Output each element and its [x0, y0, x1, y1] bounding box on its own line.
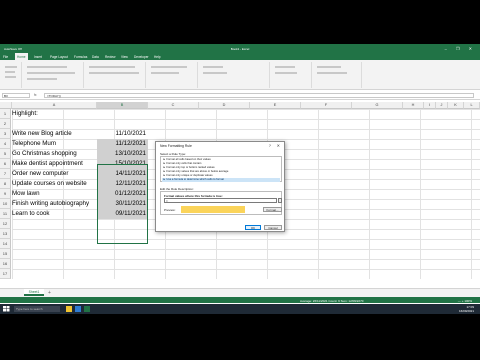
- add-sheet-icon[interactable]: +: [48, 290, 51, 296]
- status-summary: Average: 26/11/2021 Count: 9 Sum: 12/09/…: [300, 298, 364, 303]
- rule-type-option-selected[interactable]: ► Use a formula to determine which cells…: [162, 178, 280, 182]
- column-header-j[interactable]: J: [436, 102, 448, 109]
- row-header[interactable]: 14: [0, 239, 11, 249]
- row-header[interactable]: 12: [0, 219, 11, 229]
- column-header-g[interactable]: G: [352, 102, 403, 109]
- task-cell[interactable]: Finish writing autobiography: [12, 199, 97, 209]
- column-header-d[interactable]: D: [199, 102, 250, 109]
- task-cell[interactable]: Mow lawn: [12, 189, 97, 199]
- row-header[interactable]: 5: [0, 149, 11, 159]
- cancel-button[interactable]: Cancel: [264, 225, 282, 230]
- quick-access-toolbar[interactable]: AutoSave Off: [4, 47, 22, 51]
- tab-insert[interactable]: Insert: [34, 55, 42, 59]
- windows-taskbar: Type here to search 17:09 16/09/2021: [0, 304, 480, 314]
- row-header[interactable]: 8: [0, 179, 11, 189]
- row-header[interactable]: 3: [0, 129, 11, 139]
- formula-input[interactable]: =TODAY(): [44, 93, 474, 98]
- sheet-tab-bar: Sheet1 +: [0, 288, 480, 297]
- tab-developer[interactable]: Developer: [134, 55, 149, 59]
- ribbon-home: [0, 60, 480, 90]
- tab-home[interactable]: Home: [15, 53, 28, 60]
- title-bar: AutoSave Off Book1 - Excel – ❐ ✕: [0, 44, 480, 53]
- excel-icon[interactable]: [84, 306, 90, 312]
- selection-range: [97, 164, 148, 244]
- task-cell[interactable]: Telephone Mum: [12, 139, 97, 149]
- clipboard-group[interactable]: [2, 62, 22, 88]
- column-header-e[interactable]: E: [250, 102, 301, 109]
- row-header[interactable]: 6: [0, 159, 11, 169]
- sheet-tab-sheet1[interactable]: Sheet1: [24, 289, 44, 296]
- window-controls[interactable]: – ❐ ✕: [445, 46, 476, 51]
- task-cell[interactable]: Learn to cook: [12, 209, 97, 219]
- range-select-icon[interactable]: [278, 198, 282, 203]
- close-icon[interactable]: ✕: [277, 143, 280, 148]
- row-header[interactable]: 9: [0, 189, 11, 199]
- file-explorer-icon[interactable]: [66, 306, 72, 312]
- row-header[interactable]: 7: [0, 169, 11, 179]
- windows-start-icon[interactable]: [3, 306, 10, 312]
- font-group[interactable]: [24, 62, 84, 88]
- ok-button[interactable]: OK: [245, 225, 261, 230]
- number-group[interactable]: [148, 62, 198, 88]
- row-header[interactable]: 1: [0, 109, 11, 119]
- column-header-i[interactable]: I: [424, 102, 436, 109]
- new-formatting-rule-dialog: New Formatting Rule ? ✕ Select a Rule Ty…: [155, 141, 285, 232]
- help-icon[interactable]: ?: [269, 143, 271, 148]
- row-header[interactable]: 11: [0, 209, 11, 219]
- column-header-l[interactable]: L: [464, 102, 480, 109]
- task-cell[interactable]: Make dentist appointment: [12, 159, 97, 169]
- styles-group[interactable]: [200, 62, 270, 88]
- row-header[interactable]: 13: [0, 229, 11, 239]
- row-header[interactable]: 15: [0, 249, 11, 259]
- format-button[interactable]: Format...: [263, 207, 282, 212]
- fx-icon[interactable]: fx: [34, 93, 36, 97]
- row-header[interactable]: 10: [0, 199, 11, 209]
- column-header-h[interactable]: H: [403, 102, 424, 109]
- rule-description-box: Format values where this formula is true…: [160, 191, 282, 215]
- row-header[interactable]: 4: [0, 139, 11, 149]
- cells-group[interactable]: [272, 62, 312, 88]
- column-header-b[interactable]: B: [97, 102, 148, 109]
- format-preview: [181, 206, 245, 213]
- tab-formulas[interactable]: Formulas: [74, 55, 87, 59]
- column-header-a[interactable]: A: [12, 102, 97, 109]
- formula-bar: B3 fx =TODAY(): [0, 91, 480, 100]
- formula-rule-input[interactable]: =: [164, 198, 277, 203]
- tab-view[interactable]: View: [121, 55, 128, 59]
- ribbon-tabs: File Home Insert Page Layout Formulas Da…: [0, 53, 480, 60]
- excel-window: AutoSave Off Book1 - Excel – ❐ ✕ File Ho…: [0, 44, 480, 314]
- column-header-c[interactable]: C: [148, 102, 199, 109]
- select-all-corner[interactable]: [0, 102, 12, 109]
- tab-data[interactable]: Data: [92, 55, 99, 59]
- taskbar-search-input[interactable]: Type here to search: [14, 306, 60, 312]
- date-cell[interactable]: 11/10/2021: [97, 129, 148, 139]
- column-header-k[interactable]: K: [448, 102, 464, 109]
- preview-label: Preview:: [164, 208, 176, 212]
- window-title: Book1 - Excel: [230, 47, 250, 51]
- dialog-title: New Formatting Rule: [160, 144, 192, 148]
- editing-group[interactable]: [314, 62, 362, 88]
- task-cell[interactable]: Update courses on website: [12, 179, 97, 189]
- row-header[interactable]: 16: [0, 259, 11, 269]
- alignment-group[interactable]: [86, 62, 146, 88]
- row-header[interactable]: 17: [0, 269, 11, 279]
- edge-icon[interactable]: [75, 306, 81, 312]
- task-cell[interactable]: Order new computer: [12, 169, 97, 179]
- rule-type-list: ► Format all cells based on their values…: [160, 156, 282, 182]
- row-header[interactable]: 2: [0, 119, 11, 129]
- tab-file[interactable]: File: [3, 55, 8, 59]
- task-cell[interactable]: Go Christmas shopping: [12, 149, 97, 159]
- zoom-control[interactable]: — + 100%: [458, 299, 472, 303]
- date-cell[interactable]: 11/12/2021: [97, 139, 148, 149]
- column-header-f[interactable]: F: [301, 102, 352, 109]
- tab-review[interactable]: Review: [105, 55, 115, 59]
- date-cell[interactable]: 13/10/2021: [97, 149, 148, 159]
- task-cell[interactable]: Write new Blog article: [12, 129, 97, 139]
- name-box[interactable]: B3: [2, 93, 30, 98]
- tab-help[interactable]: Help: [154, 55, 161, 59]
- status-bar: Average: 26/11/2021 Count: 9 Sum: 12/09/…: [0, 297, 480, 303]
- taskbar-clock: 17:09 16/09/2021: [458, 305, 474, 313]
- tab-page-layout[interactable]: Page Layout: [50, 55, 68, 59]
- highlight-heading[interactable]: Highlight:: [12, 109, 38, 119]
